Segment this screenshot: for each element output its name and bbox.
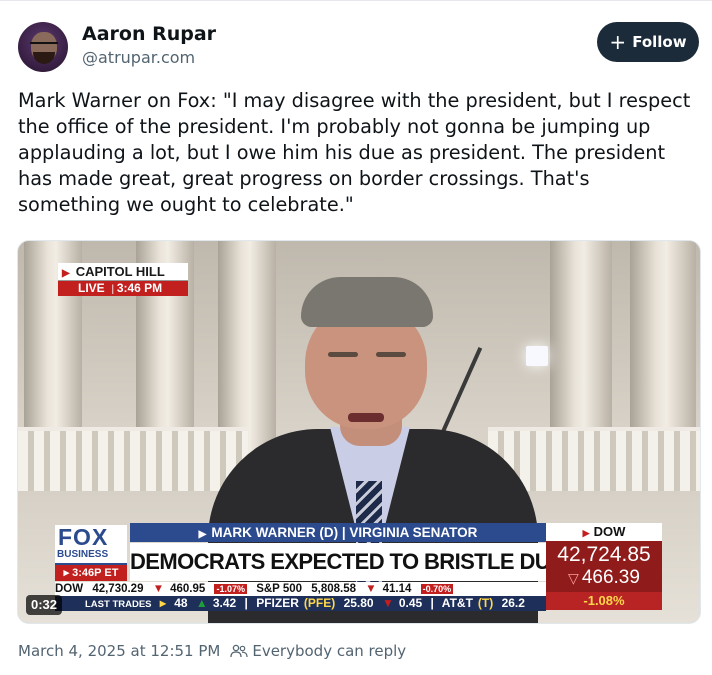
location-bug: ▶ CAPITOL HILL LIVE | 3:46 PM bbox=[58, 263, 188, 296]
post-meta: March 4, 2025 at 12:51 PM Everybody can … bbox=[18, 641, 406, 661]
down-triangle-icon: ▼ bbox=[381, 596, 394, 610]
balustrade bbox=[18, 431, 248, 491]
follow-button-label: Follow bbox=[632, 33, 687, 51]
play-arrow-icon: ▶ bbox=[62, 268, 70, 279]
up-triangle-icon: ▲ bbox=[195, 596, 208, 610]
down-triangle-icon: ▼ bbox=[365, 583, 377, 595]
follow-button[interactable]: + Follow bbox=[597, 22, 699, 62]
dow-change: ▽ 466.39 bbox=[568, 567, 640, 588]
avatar-beard bbox=[33, 52, 55, 64]
down-triangle-icon: ▽ bbox=[568, 570, 579, 586]
people-icon bbox=[230, 644, 248, 658]
studio-light bbox=[526, 346, 548, 366]
plus-icon: + bbox=[609, 30, 627, 54]
fox-business-logo: FOX BUSINESS bbox=[55, 525, 127, 565]
author-handle[interactable]: @atrupar.com bbox=[82, 47, 216, 69]
ticker-indices: DOW 42,730.29 ▼ 460.95 -1.07% S&P 500 5,8… bbox=[55, 582, 546, 596]
avatar[interactable] bbox=[18, 22, 68, 72]
person-mouth bbox=[348, 413, 384, 422]
play-arrow-icon: ▶ bbox=[198, 529, 207, 540]
lower-third-headline: DEMOCRATS EXPECTED TO BRISTLE DURING TRU… bbox=[130, 543, 546, 581]
author-block[interactable]: Aaron Rupar @atrupar.com bbox=[82, 22, 216, 69]
avatar-glasses bbox=[30, 42, 58, 50]
down-triangle-icon: ▼ bbox=[152, 583, 165, 595]
play-arrow-icon: ▸ bbox=[159, 596, 166, 610]
top-divider bbox=[0, 0, 712, 1]
dow-box: ▶ DOW 42,724.85 ▽ 466.39 -1.08% bbox=[546, 523, 662, 610]
live-time: 3:46 PM bbox=[116, 281, 163, 295]
location-text: CAPITOL HILL bbox=[75, 264, 165, 279]
post-text: Mark Warner on Fox: "I may disagree with… bbox=[18, 89, 691, 216]
reply-setting: Everybody can reply bbox=[252, 642, 407, 660]
lower-third-name: ▶ MARK WARNER (D) | VIRGINIA SENATOR bbox=[130, 523, 546, 542]
video-duration: 0:32 bbox=[26, 595, 63, 615]
post-timestamp[interactable]: March 4, 2025 at 12:51 PM bbox=[18, 641, 220, 661]
person-hair bbox=[301, 277, 433, 327]
separator: | bbox=[244, 596, 248, 610]
separator: | bbox=[108, 284, 117, 295]
video-player[interactable]: ▶ CAPITOL HILL LIVE | 3:46 PM FOX BUSINES… bbox=[17, 240, 701, 624]
dow-value: 42,724.85 bbox=[557, 543, 651, 566]
network-time: ▸ 3:46P ET bbox=[55, 565, 127, 581]
separator: | bbox=[430, 596, 434, 610]
ticker-trades: LAST TRADES ▸ 48 ▲ 3.42 | PFIZER (PFE) 25.… bbox=[55, 596, 546, 611]
dow-percent: -1.08% bbox=[546, 592, 662, 610]
person-brow bbox=[328, 352, 358, 357]
person-brow bbox=[376, 352, 406, 357]
author-name[interactable]: Aaron Rupar bbox=[82, 22, 216, 46]
live-text: LIVE bbox=[78, 281, 105, 295]
play-arrow-icon: ▶ bbox=[582, 528, 590, 538]
